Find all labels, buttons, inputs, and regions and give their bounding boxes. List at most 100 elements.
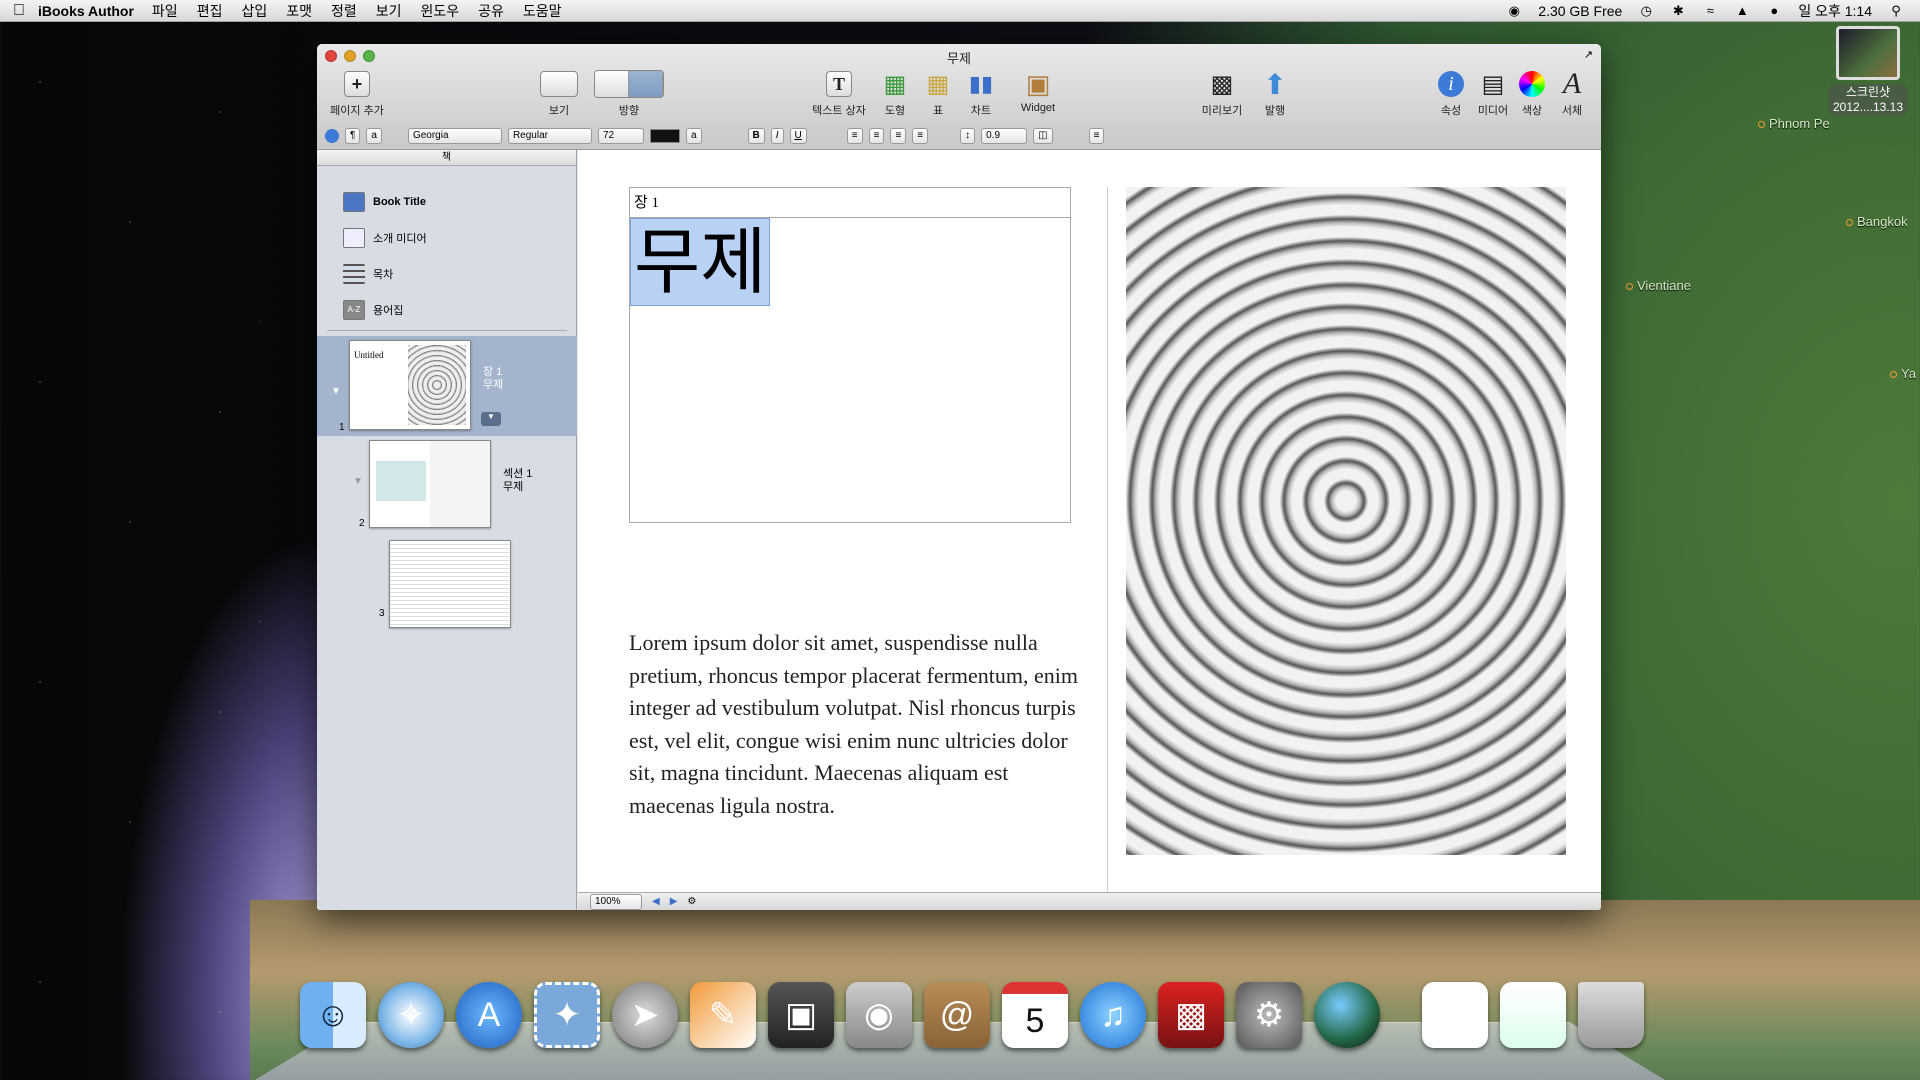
publish-button[interactable]: ⬆ 발행: [1257, 68, 1293, 118]
next-page-icon[interactable]: ▶: [670, 896, 678, 907]
sidebar-item-book-title[interactable]: Book Title: [317, 184, 576, 220]
inspector-button[interactable]: i 속성: [1433, 68, 1469, 118]
chapter-number-text[interactable]: 장 1: [630, 188, 1070, 218]
disclosure-triangle-icon[interactable]: ▼: [353, 476, 363, 487]
font-typeface-select[interactable]: Regular: [507, 128, 592, 144]
page-menu-chevron-down-icon[interactable]: ▼: [481, 412, 501, 426]
landscape-icon[interactable]: [629, 71, 663, 97]
volume-icon[interactable]: ▲: [1734, 3, 1750, 19]
line-spacing-icon[interactable]: ↕: [960, 128, 976, 144]
dahlia-flower-image[interactable]: [1126, 187, 1566, 855]
widget-button[interactable]: ▣ Widget: [1015, 68, 1061, 115]
italic-button[interactable]: I: [770, 128, 784, 144]
page-thumbnail-3[interactable]: [389, 540, 511, 628]
address-book-icon[interactable]: @: [924, 982, 990, 1048]
fullscreen-icon[interactable]: ↗: [1584, 48, 1593, 61]
list-style-icon[interactable]: ≡: [1088, 128, 1105, 144]
page-thumbnail-1[interactable]: Untitled: [349, 340, 471, 430]
thumbnail-sidebar-box: [376, 461, 426, 501]
menu-help[interactable]: 도움말: [523, 1, 562, 21]
table-button[interactable]: ▦ 표: [923, 68, 953, 118]
styles-drawer-icon[interactable]: [325, 129, 339, 143]
desktop-screenshot-file[interactable]: 스크린샷 2012....13.13: [1828, 26, 1908, 116]
previous-page-icon[interactable]: ◀: [652, 896, 660, 907]
page-thumbnail-2[interactable]: [369, 440, 491, 528]
system-preferences-icon[interactable]: ⚙: [1236, 982, 1302, 1048]
mail-stamp-icon[interactable]: ✦: [534, 982, 600, 1048]
zoom-select[interactable]: 100%: [590, 893, 642, 910]
bluetooth-icon[interactable]: ✱: [1670, 3, 1686, 19]
bold-button[interactable]: B: [747, 128, 765, 144]
menu-format[interactable]: 포맷: [286, 1, 312, 21]
publish-arrow-icon: ⬆: [1263, 68, 1287, 100]
disclosure-triangle-icon[interactable]: ▼: [331, 386, 341, 397]
align-justify-icon[interactable]: ≡: [912, 128, 929, 144]
input-source-flag-icon[interactable]: ●: [1766, 3, 1782, 19]
font-family-select[interactable]: Georgia: [407, 128, 502, 144]
screenshot-icon[interactable]: [1500, 982, 1566, 1048]
app-menu[interactable]: iBooks Author: [38, 3, 134, 19]
chapter-heading-text[interactable]: 무제: [630, 218, 771, 306]
launchpad-icon[interactable]: ➤: [612, 982, 678, 1048]
disk-free-status[interactable]: 2.30 GB Free: [1538, 3, 1622, 19]
photo-booth-icon[interactable]: ▩: [1158, 982, 1224, 1048]
character-style-select[interactable]: a: [366, 128, 382, 144]
colors-button[interactable]: 색상: [1515, 68, 1549, 118]
underline-button[interactable]: U: [789, 128, 807, 144]
chapter-title-box[interactable]: 장 1 무제: [629, 187, 1071, 523]
text-color-swatch[interactable]: [649, 129, 680, 143]
chart-button[interactable]: ▮▮ 차트: [963, 68, 999, 118]
itunes-icon[interactable]: ♫: [1080, 982, 1146, 1048]
document-icon[interactable]: [1422, 982, 1488, 1048]
spotlight-search-icon[interactable]: ⚲: [1888, 3, 1904, 19]
menu-share[interactable]: 공유: [478, 1, 504, 21]
align-center-icon[interactable]: ≡: [868, 128, 885, 144]
wifi-icon[interactable]: ≈: [1702, 3, 1718, 19]
map-label-phnom-penh: Phnom Pe: [1758, 116, 1830, 131]
calendar-icon[interactable]: 5: [1002, 982, 1068, 1048]
view-button[interactable]: 보기: [539, 68, 579, 118]
font-size-field[interactable]: 72: [597, 128, 644, 144]
menu-window[interactable]: 윈도우: [421, 1, 460, 21]
window-title: 무제: [947, 51, 971, 66]
earth-icon[interactable]: [1314, 982, 1380, 1048]
trash-icon[interactable]: [1578, 982, 1644, 1048]
image-capture-icon[interactable]: ▣: [768, 982, 834, 1048]
sidebar-item-toc[interactable]: 목차: [317, 256, 576, 292]
text-background-button[interactable]: a: [685, 128, 702, 144]
window-toolbar: 무제 ↗ + 페이지 추가 보기 방향 T 텍스트 상자 ▦ 도형 ▦ 표 ▮▮…: [317, 44, 1601, 150]
action-gear-icon[interactable]: ⚙: [687, 896, 696, 907]
apple-menu-icon[interactable]: : [0, 2, 38, 20]
align-left-icon[interactable]: ≡: [846, 128, 863, 144]
safari-icon[interactable]: ✧: [378, 982, 444, 1048]
menu-file[interactable]: 파일: [152, 1, 178, 21]
media-button[interactable]: ▤ 미디어: [1473, 68, 1513, 118]
menu-arrange[interactable]: 정렬: [331, 1, 357, 21]
menu-insert[interactable]: 삽입: [241, 1, 267, 21]
add-page-button[interactable]: + 페이지 추가: [327, 68, 387, 118]
fonts-button[interactable]: A 서체: [1555, 67, 1589, 118]
preview-button[interactable]: ▩ 미리보기: [1199, 68, 1245, 118]
line-spacing-field[interactable]: 0.9: [981, 128, 1028, 144]
time-machine-icon[interactable]: ◷: [1638, 3, 1654, 19]
paragraph-style-select[interactable]: ¶: [345, 128, 361, 144]
facetime-icon[interactable]: ◉: [846, 982, 912, 1048]
portrait-icon[interactable]: [595, 71, 629, 97]
columns-icon[interactable]: ◫: [1033, 128, 1053, 144]
desktop-file-label: 스크린샷 2012....13.13: [1828, 84, 1908, 116]
orientation-control[interactable]: 방향: [593, 68, 665, 118]
shapes-button[interactable]: ▦ 도형: [877, 68, 913, 118]
text-box-button[interactable]: T 텍스트 상자: [809, 68, 869, 118]
sidebar-item-intro-media[interactable]: 소개 미디어: [317, 220, 576, 256]
body-text[interactable]: Lorem ipsum dolor sit amet, suspendisse …: [629, 627, 1079, 822]
menu-view[interactable]: 보기: [376, 1, 402, 21]
orientation-label: 방향: [618, 105, 640, 117]
ibooks-author-icon[interactable]: ✎: [690, 982, 756, 1048]
finder-icon[interactable]: ☺: [300, 982, 366, 1048]
font-a-icon: A: [1562, 67, 1582, 100]
menubar-clock[interactable]: 일 오후 1:14: [1798, 1, 1872, 21]
menu-edit[interactable]: 편집: [197, 1, 223, 21]
sidebar-item-glossary[interactable]: A-Z 용어집: [317, 292, 576, 328]
align-right-icon[interactable]: ≡: [890, 128, 907, 144]
app-store-icon[interactable]: A: [456, 982, 522, 1048]
